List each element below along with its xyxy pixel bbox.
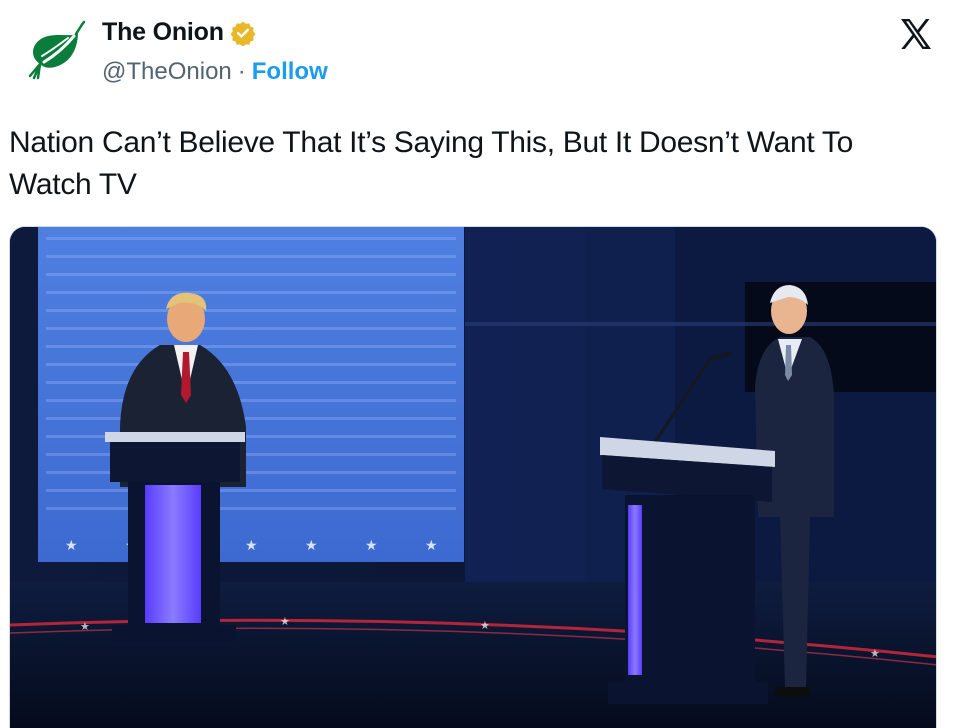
separator: · xyxy=(237,58,246,85)
post-header: The Onion @TheOnion · Follow xyxy=(14,10,944,100)
svg-text:★: ★ xyxy=(480,619,490,632)
svg-text:★: ★ xyxy=(365,538,378,554)
display-name[interactable]: The Onion xyxy=(102,18,224,47)
handle-row: @TheOnion · Follow xyxy=(102,58,328,86)
verified-badge-icon[interactable] xyxy=(230,20,256,46)
handle[interactable]: @TheOnion xyxy=(102,58,232,86)
svg-text:★: ★ xyxy=(870,647,880,660)
name-row: The Onion xyxy=(102,18,256,47)
svg-text:★: ★ xyxy=(280,615,290,628)
post-text: Nation Can’t Believe That It’s Saying Th… xyxy=(9,126,853,201)
x-logo-icon[interactable] xyxy=(898,16,934,52)
right-podium xyxy=(600,437,775,704)
svg-text:★: ★ xyxy=(305,538,318,554)
svg-text:★: ★ xyxy=(65,538,78,554)
debate-stage-photo: ★ ★ ★ ★ ★ ★ ★★★★★ xyxy=(10,227,936,728)
onion-logo-icon xyxy=(19,17,87,85)
follow-button[interactable]: Follow xyxy=(252,58,328,86)
svg-text:★: ★ xyxy=(80,620,90,633)
avatar[interactable] xyxy=(18,16,88,86)
svg-text:★: ★ xyxy=(245,538,258,554)
svg-text:★: ★ xyxy=(425,538,438,554)
post-media-photo[interactable]: ★ ★ ★ ★ ★ ★ ★★★★★ xyxy=(9,226,937,728)
